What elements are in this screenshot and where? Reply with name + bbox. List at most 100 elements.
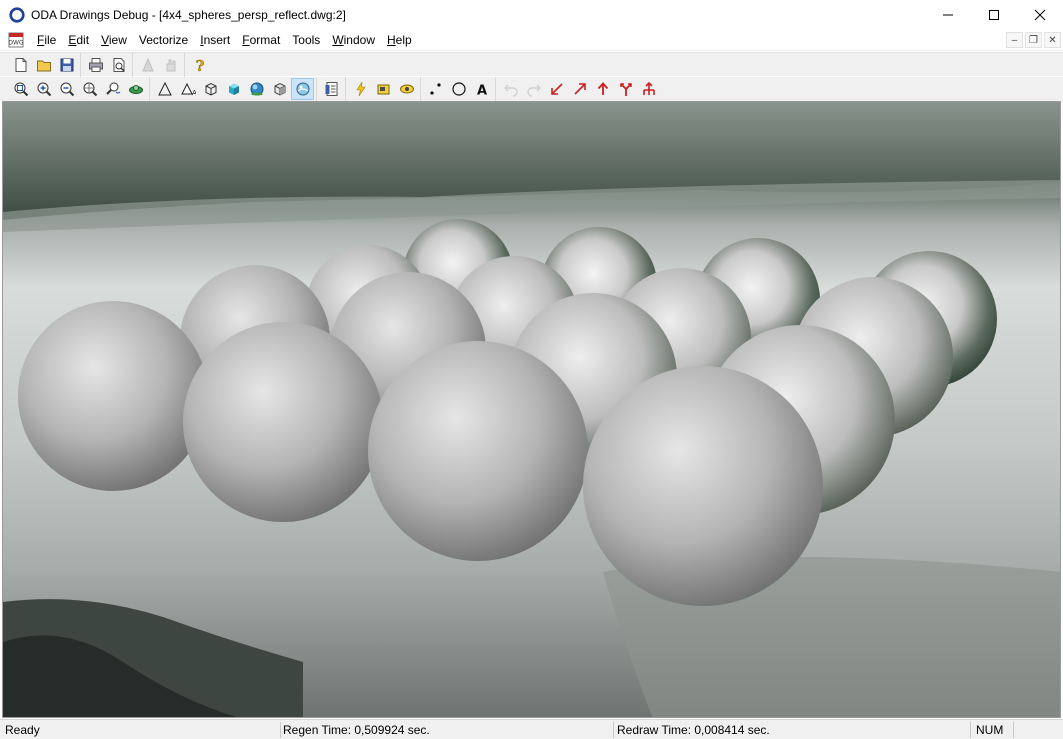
menu-bar: DWG File Edit View Vectorize Insert Format Too… bbox=[0, 30, 1063, 51]
menu-edit[interactable]: Edit bbox=[62, 30, 95, 51]
status-ready: Ready bbox=[5, 723, 40, 737]
maximize-button[interactable] bbox=[971, 0, 1017, 30]
toolbar2-group-1 bbox=[6, 77, 149, 101]
menu-label: nsert bbox=[203, 32, 231, 47]
status-redraw-time: Redraw Time: 0,008414 sec. bbox=[617, 723, 770, 737]
undo-button[interactable] bbox=[499, 78, 522, 100]
svg-text:A: A bbox=[192, 89, 196, 97]
point-button[interactable] bbox=[424, 78, 447, 100]
text-button[interactable]: A bbox=[470, 78, 493, 100]
print-preview-button[interactable] bbox=[107, 54, 130, 76]
menu-file[interactable]: File bbox=[31, 30, 62, 51]
toolbar2-group-3 bbox=[316, 77, 345, 101]
open-icon bbox=[36, 60, 51, 71]
status-divider bbox=[970, 722, 971, 738]
menu-tools[interactable]: Tools bbox=[286, 30, 326, 51]
arrow-sw-button[interactable] bbox=[545, 78, 568, 100]
menu-accelerator: F bbox=[242, 32, 250, 47]
view-toolbar: AA bbox=[0, 77, 1063, 101]
render-button[interactable] bbox=[291, 78, 314, 100]
arrow-ne-button[interactable] bbox=[568, 78, 591, 100]
wireframe-2d-button[interactable] bbox=[153, 78, 176, 100]
circle-button[interactable] bbox=[447, 78, 470, 100]
menu-accelerator: W bbox=[332, 32, 344, 47]
status-bar: Ready Regen Time: 0,509924 sec. Redraw T… bbox=[0, 719, 1063, 739]
fork-button[interactable] bbox=[614, 78, 637, 100]
orbit-button[interactable] bbox=[124, 78, 147, 100]
hidden-line-icon: A bbox=[180, 82, 196, 97]
lightning-icon bbox=[355, 81, 366, 97]
zoom-window-icon bbox=[83, 82, 97, 97]
mdi-restore-button[interactable]: ❐ bbox=[1025, 32, 1042, 48]
app-logo-icon bbox=[9, 7, 25, 23]
menu-label: ile bbox=[44, 32, 57, 47]
save-button[interactable] bbox=[55, 54, 78, 76]
lightning-button[interactable] bbox=[349, 78, 372, 100]
zoom-dynamic-button[interactable] bbox=[101, 78, 124, 100]
menu-accelerator: V bbox=[101, 32, 109, 47]
help-icon: ? bbox=[195, 57, 205, 73]
arrow-up-icon bbox=[597, 82, 608, 95]
zoom-out-icon bbox=[60, 82, 74, 97]
menu-view[interactable]: View bbox=[95, 30, 133, 51]
menu-label: indow bbox=[343, 32, 375, 47]
zoom-extents-button[interactable] bbox=[9, 78, 32, 100]
toolbar1-group-4: ? bbox=[184, 52, 213, 77]
drawing-viewport[interactable] bbox=[2, 101, 1061, 718]
minimize-button[interactable] bbox=[925, 0, 971, 30]
toolbar2-group-2: A bbox=[149, 77, 316, 101]
help-button[interactable]: ? bbox=[188, 54, 211, 76]
hidden-line-button[interactable]: A bbox=[176, 78, 199, 100]
menu-window[interactable]: Window bbox=[326, 30, 381, 51]
toolbar2-group-6 bbox=[495, 77, 662, 101]
menu-insert[interactable]: Insert bbox=[194, 30, 236, 51]
title-bar[interactable]: ODA Drawings Debug - [4x4_spheres_persp_… bbox=[0, 0, 1063, 30]
menu-format[interactable]: Format bbox=[236, 30, 286, 51]
zoom-dynamic-icon bbox=[105, 82, 120, 95]
fork-icon bbox=[619, 83, 632, 96]
open-button[interactable] bbox=[32, 54, 55, 76]
toolbar1-group-2 bbox=[80, 52, 132, 77]
eye-button[interactable] bbox=[395, 78, 418, 100]
document-icon[interactable]: DWG bbox=[8, 32, 24, 48]
new-button[interactable] bbox=[9, 54, 32, 76]
arrow-up-button[interactable] bbox=[591, 78, 614, 100]
close-button[interactable] bbox=[1017, 0, 1063, 30]
minimize-icon bbox=[943, 14, 953, 16]
print-preview-icon bbox=[113, 57, 125, 72]
menu-help[interactable]: Help bbox=[381, 30, 418, 51]
arrow-sw-icon bbox=[550, 83, 563, 95]
circle-icon bbox=[451, 82, 466, 96]
properties-icon bbox=[325, 82, 337, 96]
mdi-controls: – ❐ ✕ bbox=[1006, 32, 1061, 48]
print-button[interactable] bbox=[84, 54, 107, 76]
hand-button[interactable] bbox=[159, 54, 182, 76]
redo-icon bbox=[526, 84, 541, 97]
status-num-lock: NUM bbox=[976, 723, 1004, 737]
flat-shaded-button[interactable] bbox=[222, 78, 245, 100]
menu-vectorize[interactable]: Vectorize bbox=[133, 30, 194, 51]
mdi-close-button[interactable]: ✕ bbox=[1044, 32, 1061, 48]
redo-button[interactable] bbox=[522, 78, 545, 100]
menu-label: ormat bbox=[249, 32, 281, 47]
eye-icon bbox=[399, 84, 414, 94]
wireframe-3d-button[interactable] bbox=[199, 78, 222, 100]
svg-text:?: ? bbox=[195, 57, 204, 73]
properties-button[interactable] bbox=[320, 78, 343, 100]
zoom-in-button[interactable] bbox=[32, 78, 55, 100]
gouraud-shaded-icon bbox=[250, 82, 263, 96]
text-icon: A bbox=[476, 84, 486, 98]
zoom-window-button[interactable] bbox=[78, 78, 101, 100]
tree-button[interactable] bbox=[637, 78, 660, 100]
pick-icon bbox=[141, 57, 154, 71]
arrow-ne-icon bbox=[573, 83, 586, 95]
mdi-minimize-button[interactable]: – bbox=[1006, 32, 1023, 48]
zoom-out-button[interactable] bbox=[55, 78, 78, 100]
standard-toolbar: ? bbox=[0, 52, 1063, 77]
box-view-button[interactable] bbox=[268, 78, 291, 100]
layer-button[interactable] bbox=[372, 78, 395, 100]
pick-button[interactable] bbox=[136, 54, 159, 76]
menu-label: dit bbox=[76, 32, 90, 47]
gouraud-shaded-button[interactable] bbox=[245, 78, 268, 100]
wireframe-2d-icon bbox=[157, 81, 172, 96]
